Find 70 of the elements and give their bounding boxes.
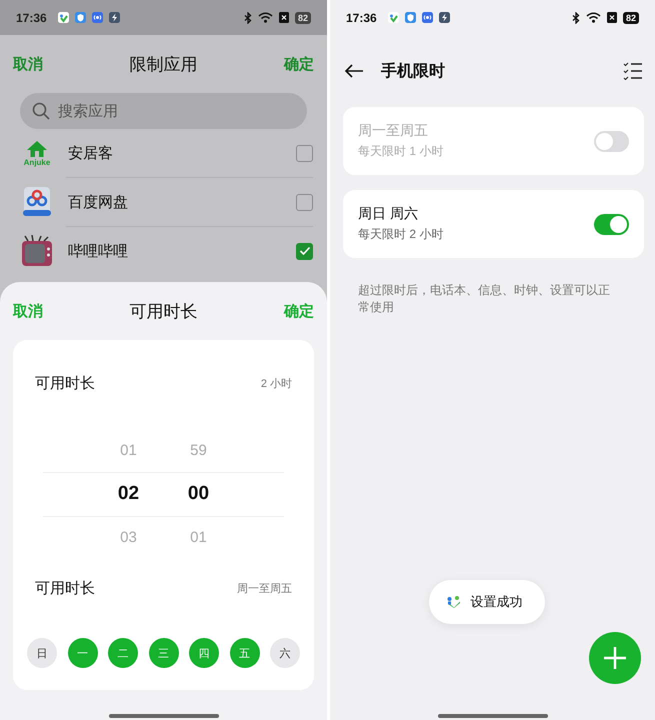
schedule-subtitle: 每天限时 2 小时 <box>358 226 444 243</box>
app-name: 安居客 <box>68 144 114 162</box>
picker-value[interactable]: 00 <box>178 472 218 516</box>
schedule-title: 周日 周六 <box>358 205 419 223</box>
plus-icon <box>603 646 627 670</box>
wifi-icon <box>258 12 273 23</box>
day-toggle[interactable]: 日 <box>27 638 57 668</box>
bluetooth-icon <box>244 12 252 24</box>
app-notification-icon <box>58 12 69 23</box>
day-toggle[interactable]: 三 <box>148 638 178 668</box>
app-name: 百度网盘 <box>68 192 129 212</box>
sim-off-icon <box>278 12 289 23</box>
battery-level: 82 <box>294 12 311 24</box>
add-button[interactable] <box>589 632 641 684</box>
battery-level: 82 <box>622 12 639 24</box>
day-toggle[interactable]: 一 <box>68 638 98 668</box>
cancel-button[interactable]: 取消 <box>13 54 43 74</box>
confirm-button[interactable]: 确定 <box>284 302 314 320</box>
confirm-button[interactable]: 确定 <box>284 54 314 74</box>
bolt-notification-icon <box>438 12 450 23</box>
info-note: 超过限时后，电话本、信息、时钟、设置可以正常使用 <box>358 282 611 316</box>
shield-notification-icon <box>74 12 86 23</box>
back-button[interactable] <box>344 64 364 78</box>
day-toggle[interactable]: 六 <box>270 638 300 668</box>
checkbox[interactable] <box>296 194 313 210</box>
duration-value: 2 小时 <box>260 377 292 391</box>
clock-time: 17:36 <box>346 10 377 24</box>
page-title: 手机限时 <box>381 61 445 82</box>
app-notification-icon <box>388 12 399 23</box>
sheet-title: 限制应用 <box>130 54 198 76</box>
clock-time: 17:36 <box>16 10 47 24</box>
cloud-drive-icon <box>21 186 53 218</box>
toast-message: 设置成功 <box>470 593 522 611</box>
logo-text: Anjuke <box>24 158 50 166</box>
tv-icon <box>21 235 53 267</box>
picker-value[interactable]: 02 <box>108 472 148 516</box>
picker-value[interactable]: 01 <box>108 429 148 472</box>
checklist-button[interactable] <box>623 62 643 80</box>
bluetooth-icon <box>572 12 580 24</box>
cancel-button[interactable]: 取消 <box>13 302 43 320</box>
search-field[interactable]: 搜索应用 <box>20 93 307 129</box>
bolt-notification-icon <box>108 12 120 23</box>
picker-value[interactable]: 01 <box>178 516 218 559</box>
picker-value[interactable]: 59 <box>178 429 218 472</box>
repeat-value: 周一至周五 <box>237 582 292 596</box>
picker-value[interactable]: 03 <box>108 516 148 559</box>
search-icon <box>32 102 50 120</box>
sheet-title: 可用时长 <box>130 300 198 322</box>
toggle-switch[interactable] <box>594 130 629 152</box>
schedule-title: 周一至周五 <box>358 122 429 140</box>
wifi-icon <box>586 12 601 23</box>
app-name: 哔哩哔哩 <box>68 242 129 260</box>
app-logo-icon <box>446 596 460 608</box>
radio-notification-icon <box>422 12 433 23</box>
shield-notification-icon <box>404 12 416 23</box>
check-icon <box>298 246 310 256</box>
checkbox[interactable] <box>296 242 313 260</box>
schedule-card[interactable]: 周日 周六 每天限时 2 小时 <box>343 190 644 258</box>
repeat-label: 可用时长 <box>35 579 95 598</box>
radio-notification-icon <box>92 12 103 23</box>
toggle-switch[interactable] <box>594 214 629 234</box>
house-icon <box>26 140 48 158</box>
day-toggle[interactable]: 五 <box>230 638 260 668</box>
day-toggle[interactable]: 二 <box>108 638 138 668</box>
day-toggle[interactable]: 四 <box>189 638 219 668</box>
schedule-card[interactable]: 周一至周五 每天限时 1 小时 <box>343 107 644 175</box>
checkbox[interactable] <box>296 144 313 162</box>
sim-off-icon <box>606 12 617 23</box>
duration-label: 可用时长 <box>35 374 95 393</box>
schedule-subtitle: 每天限时 1 小时 <box>358 143 444 160</box>
